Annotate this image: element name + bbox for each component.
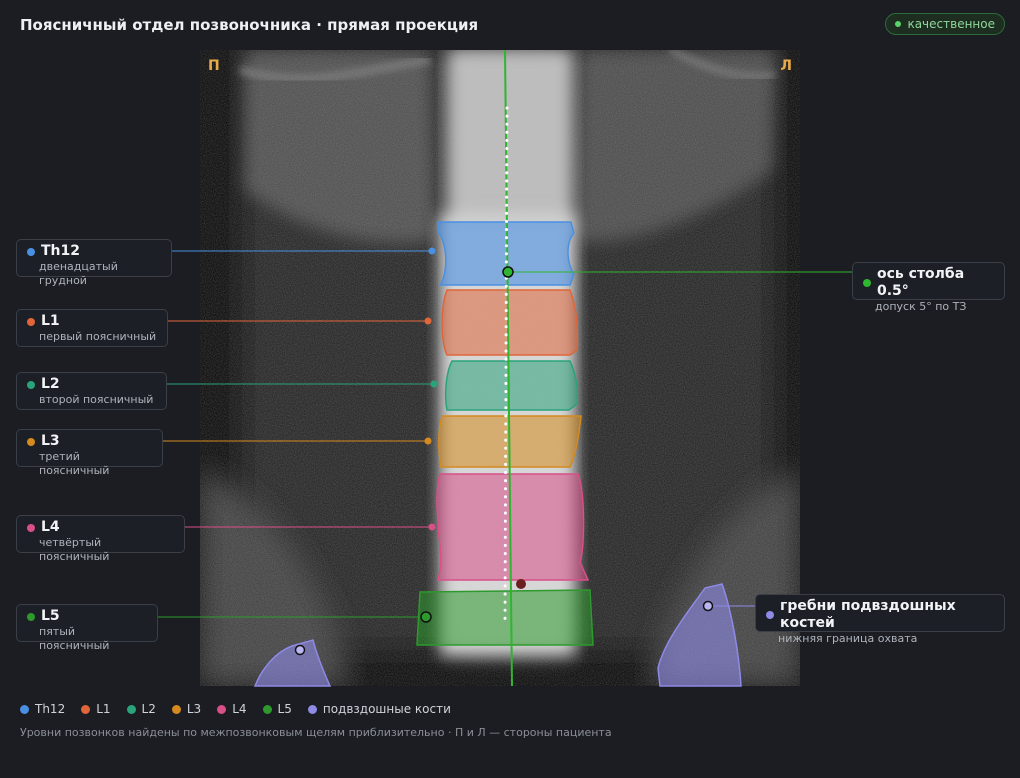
th12-legend-dot-icon — [20, 704, 29, 714]
legend-label: подвздошные кости — [322, 702, 451, 716]
l1-label: L1 — [41, 313, 60, 329]
quality-badge-label: качественное — [907, 17, 995, 31]
label-card-iliac[interactable]: гребни подвздошных костей нижняя граница… — [755, 594, 1005, 645]
l3-label: L3 — [41, 433, 60, 449]
th12-label: Th12 — [41, 243, 80, 259]
l5-label: L5 — [41, 608, 60, 624]
label-card-l3[interactable]: L3 третий поясничный — [16, 429, 163, 477]
iliac-legend-dot-icon — [307, 704, 317, 714]
legend-label: L3 — [186, 702, 202, 716]
xray-viewer[interactable]: П Л — [200, 50, 800, 686]
l1-color-dot-icon — [27, 317, 35, 326]
label-card-l5[interactable]: L5 пятый поясничный — [16, 604, 158, 652]
th12-sublabel: двенадцатый грудной — [39, 260, 118, 287]
l3-sublabel: третий поясничный — [39, 450, 110, 477]
label-card-axis[interactable]: ось столба 0.5° допуск 5° по ТЗ — [852, 262, 1005, 313]
legend-item-th12[interactable]: Th12 — [20, 702, 65, 716]
legend-label: L2 — [141, 702, 156, 716]
l4-color-dot-icon — [27, 523, 35, 532]
label-card-l1[interactable]: L1 первый поясничный — [16, 309, 168, 347]
iliac-color-dot-icon — [766, 611, 774, 619]
page-title: Поясничный отдел позвоночника · прямая п… — [20, 16, 479, 34]
legend-item-l4[interactable]: L4 — [217, 702, 247, 716]
l1-legend-dot-icon — [81, 704, 91, 714]
legend-item-l2[interactable]: L2 — [126, 702, 156, 716]
right-side-marker: П — [208, 58, 220, 74]
l2-sublabel: второй поясничный — [39, 393, 154, 406]
l4-legend-dot-icon — [217, 704, 227, 714]
legend: Th12 L1 L2 L3 L4 L5 подвздошные кости — [20, 702, 451, 716]
legend-item-iliac[interactable]: подвздошные кости — [307, 702, 451, 716]
xray-image — [200, 50, 800, 686]
label-card-l2[interactable]: L2 второй поясничный — [16, 372, 167, 410]
l2-color-dot-icon — [27, 380, 35, 389]
iliac-label: гребни подвздошных костей — [780, 598, 956, 631]
l5-sublabel: пятый поясничный — [39, 625, 110, 652]
l4-sublabel: четвёртый поясничный — [39, 536, 110, 563]
l1-sublabel: первый поясничный — [39, 330, 157, 343]
axis-color-dot-icon — [863, 279, 871, 287]
l4-label: L4 — [41, 519, 60, 535]
status-dot-icon — [895, 21, 902, 27]
legend-item-l5[interactable]: L5 — [262, 702, 292, 716]
legend-item-l3[interactable]: L3 — [171, 702, 202, 716]
l3-legend-dot-icon — [171, 704, 181, 714]
legend-label: L4 — [232, 702, 247, 716]
l5-color-dot-icon — [27, 612, 35, 621]
legend-label: L5 — [277, 702, 292, 716]
l3-color-dot-icon — [27, 437, 35, 446]
legend-item-l1[interactable]: L1 — [81, 702, 111, 716]
axis-sublabel: допуск 5° по ТЗ — [875, 300, 967, 313]
th12-color-dot-icon — [27, 247, 35, 256]
l2-legend-dot-icon — [126, 704, 136, 714]
l5-legend-dot-icon — [262, 704, 272, 714]
footnote: Уровни позвонков найдены по межпозвонков… — [20, 726, 612, 739]
left-side-marker: Л — [780, 58, 792, 74]
iliac-sublabel: нижняя граница охвата — [778, 632, 918, 645]
label-card-th12[interactable]: Th12 двенадцатый грудной — [16, 239, 172, 287]
l2-label: L2 — [41, 376, 60, 392]
legend-label: L1 — [96, 702, 111, 716]
axis-label: ось столба 0.5° — [877, 266, 965, 299]
legend-label: Th12 — [35, 702, 66, 716]
label-card-l4[interactable]: L4 четвёртый поясничный — [16, 515, 185, 563]
quality-badge: качественное — [885, 13, 1005, 35]
